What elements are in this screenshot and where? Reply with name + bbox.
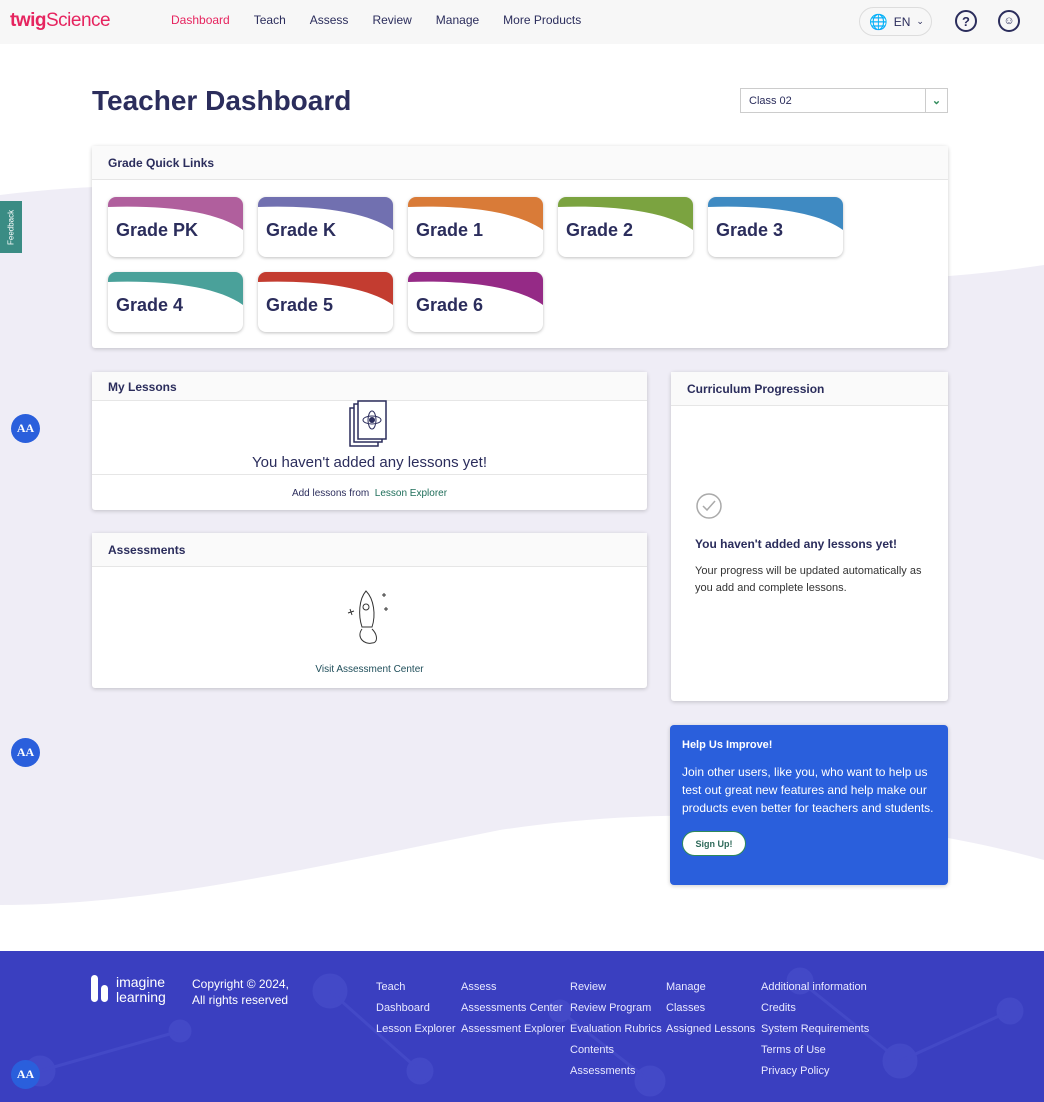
top-nav: twigScience Dashboard Teach Assess Revie… — [0, 0, 1044, 44]
footer-link[interactable]: Terms of Use — [761, 1040, 869, 1061]
nav-manage[interactable]: Manage — [436, 13, 479, 27]
footer-link[interactable]: Assess — [461, 977, 565, 998]
grade-link[interactable]: Grade K — [258, 197, 393, 257]
class-select[interactable]: Class 02 ⌄ — [740, 88, 948, 113]
nav-assess[interactable]: Assess — [310, 13, 349, 27]
lesson-explorer-link[interactable]: Lesson Explorer — [375, 488, 447, 499]
imagine-learning-logo: imagine learning — [91, 975, 166, 1005]
footer-link[interactable]: Assessments Center — [461, 998, 565, 1019]
sign-up-button[interactable]: Sign Up! — [682, 831, 746, 856]
accessibility-aa-icon[interactable]: AA — [11, 1060, 40, 1089]
footer-link[interactable]: Teach — [376, 977, 456, 998]
card-title: Grade Quick Links — [92, 146, 948, 180]
footer-link[interactable]: Classes — [666, 998, 755, 1019]
nav-review[interactable]: Review — [372, 13, 411, 27]
card-title: Curriculum Progression — [671, 372, 948, 406]
footer-column: Teach Dashboard Lesson Explorer — [376, 977, 456, 1040]
footer-link[interactable]: Assessment Explorer — [461, 1019, 565, 1040]
globe-icon: 🌐 — [869, 13, 888, 31]
card-title: Assessments — [92, 533, 647, 567]
help-us-improve-card: Help Us Improve! Join other users, like … — [670, 725, 948, 885]
progress-description: Your progress will be updated automatica… — [695, 565, 922, 594]
page-title: Teacher Dashboard — [92, 85, 352, 116]
grade-link[interactable]: Grade PK — [108, 197, 243, 257]
grade-quick-links-card: Grade Quick Links Grade PK Grade K Grade 1… — [92, 146, 948, 348]
footer-link[interactable]: Assigned Lessons — [666, 1019, 755, 1040]
nav-dashboard[interactable]: Dashboard — [171, 13, 230, 27]
copyright: Copyright © 2024, All rights reserved — [192, 977, 289, 1007]
feedback-tab[interactable]: Feedback — [0, 201, 22, 253]
grade-link[interactable]: Grade 3 — [708, 197, 843, 257]
empty-lessons-message: You haven't added any lessons yet! — [252, 454, 487, 471]
footer: imagine learning Copyright © 2024, All rig… — [0, 951, 1044, 1102]
twig-science-logo[interactable]: twigScience — [10, 10, 111, 32]
assessments-card: Assessments Visit Assessment Center — [92, 533, 647, 688]
rocket-icon — [347, 590, 388, 644]
accessibility-aa-icon[interactable]: AA — [11, 414, 40, 443]
footer-link[interactable]: Assessments — [570, 1061, 662, 1082]
visit-assessment-center-link[interactable]: Visit Assessment Center — [92, 664, 647, 675]
footer-column: Review Review Program Evaluation Rubrics Co… — [570, 977, 662, 1082]
check-circle-icon — [696, 493, 722, 519]
footer-column: Additional information Credits System Requ… — [761, 977, 869, 1082]
grade-link[interactable]: Grade 2 — [558, 197, 693, 257]
my-lessons-card: My Lessons You haven't added any lessons… — [92, 372, 647, 510]
lesson-cards-icon — [349, 400, 387, 447]
nav-more-products[interactable]: More Products — [503, 13, 581, 27]
footer-column: Assess Assessments Center Assessment Explo… — [461, 977, 565, 1040]
footer-link[interactable]: System Requirements — [761, 1019, 869, 1040]
empty-progress-title: You haven't added any lessons yet! — [695, 537, 898, 551]
chevron-down-icon: ⌄ — [925, 89, 947, 112]
footer-link[interactable]: Credits — [761, 998, 869, 1019]
footer-link[interactable]: Evaluation Rubrics — [570, 1019, 662, 1040]
card-title: My Lessons — [92, 372, 647, 401]
help-text: Join other users, like you, who want to … — [682, 765, 934, 815]
footer-link[interactable]: Contents — [570, 1040, 662, 1061]
footer-link[interactable]: Privacy Policy — [761, 1061, 869, 1082]
footer-column: Manage Classes Assigned Lessons — [666, 977, 755, 1040]
main-menu: Dashboard Teach Assess Review Manage Mor… — [171, 13, 581, 27]
grade-link[interactable]: Grade 1 — [408, 197, 543, 257]
curriculum-progression-card: Curriculum Progression You haven't added… — [671, 372, 948, 701]
footer-link[interactable]: Review — [570, 977, 662, 998]
help-title: Help Us Improve! — [682, 739, 773, 751]
grade-link[interactable]: Grade 6 — [408, 272, 543, 332]
language-selector[interactable]: 🌐 EN ⌄ — [859, 7, 932, 36]
footer-link[interactable]: Manage — [666, 977, 755, 998]
nav-teach[interactable]: Teach — [254, 13, 286, 27]
footer-link[interactable]: Additional information — [761, 977, 869, 998]
chevron-down-icon: ⌄ — [916, 16, 924, 26]
user-profile-icon[interactable]: ☺ — [998, 10, 1020, 32]
footer-link[interactable]: Review Program — [570, 998, 662, 1019]
accessibility-aa-icon[interactable]: AA — [11, 738, 40, 767]
help-question-icon[interactable]: ? — [955, 10, 977, 32]
footer-link[interactable]: Dashboard — [376, 998, 456, 1019]
footer-link[interactable]: Lesson Explorer — [376, 1019, 456, 1040]
grade-link[interactable]: Grade 4 — [108, 272, 243, 332]
grade-link[interactable]: Grade 5 — [258, 272, 393, 332]
